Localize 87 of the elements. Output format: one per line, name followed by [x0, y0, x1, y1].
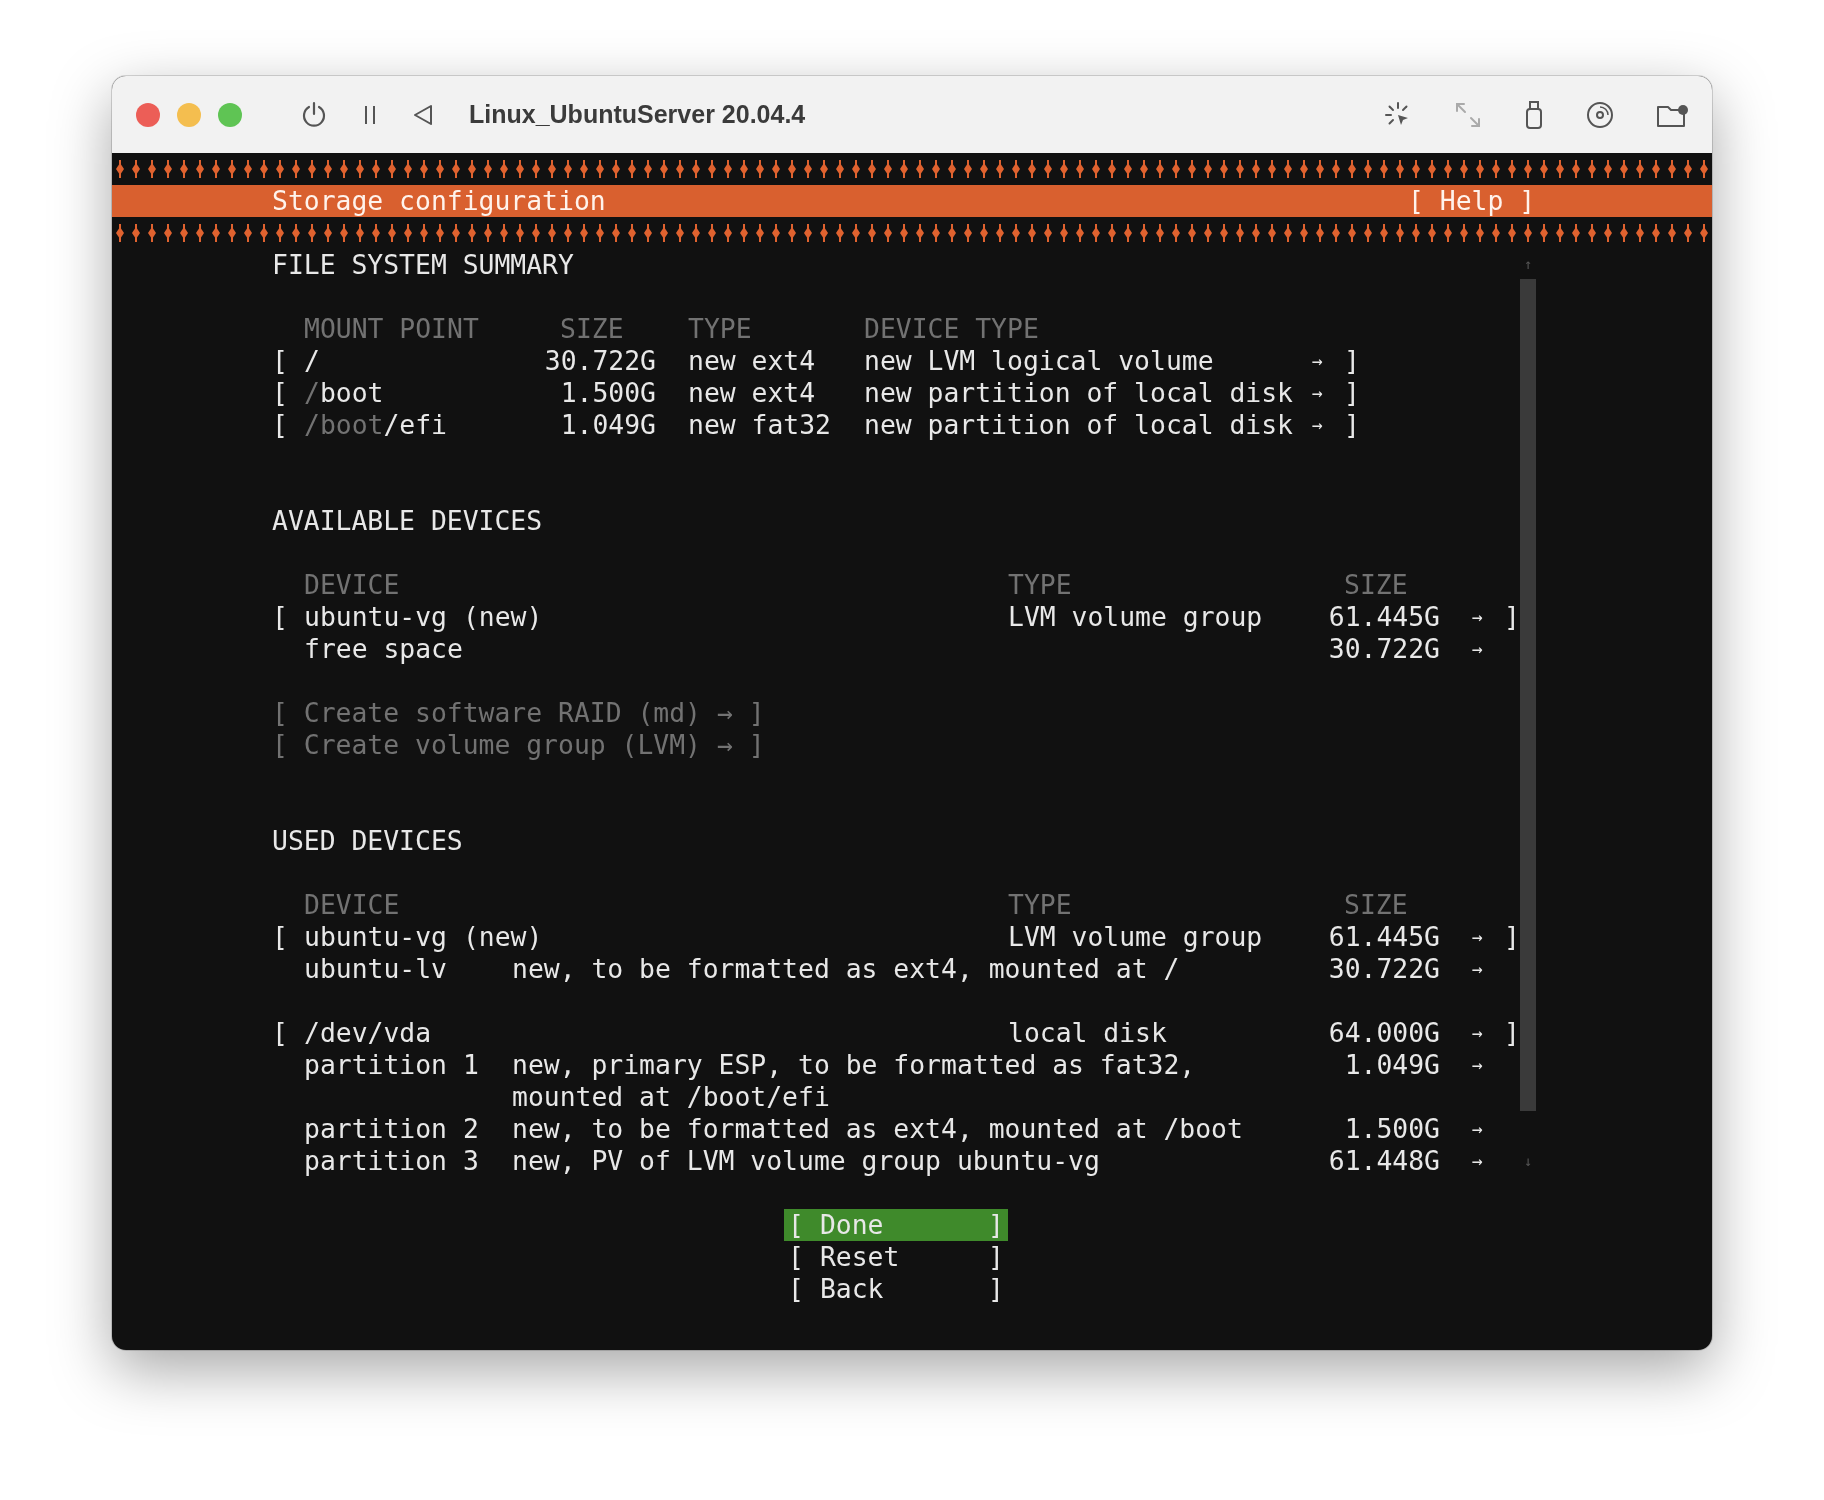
arrow-icon: → [1472, 1049, 1488, 1081]
arrow-icon: → [1472, 633, 1488, 665]
arrow-icon: → [1312, 409, 1328, 441]
type-cell: new fat32 [688, 409, 832, 441]
section-heading: USED DEVICES [272, 825, 464, 857]
column-header: SIZE [1344, 889, 1408, 921]
size-cell: 61.445G [1328, 601, 1440, 633]
device-name: partition 2 [304, 1113, 480, 1145]
device-name: ubuntu-vg (new) [304, 601, 544, 633]
size-cell: 64.000G [1328, 1017, 1440, 1049]
scrollbar-thumb[interactable] [1520, 279, 1536, 1111]
type-cell: new ext4 [688, 377, 816, 409]
bracket: [ [272, 377, 288, 409]
mount-point: /boot [304, 377, 384, 409]
size-cell: 30.722G [1328, 953, 1440, 985]
device-type-cell: LVM volume group [1008, 601, 1264, 633]
size-cell: 61.448G [1328, 1145, 1440, 1177]
usb-icon[interactable] [1524, 99, 1544, 130]
column-header: SIZE [560, 313, 624, 345]
bracket: [ [272, 1017, 288, 1049]
column-header: MOUNT POINT [304, 313, 480, 345]
action-button[interactable]: [ Reset ] [784, 1241, 1008, 1273]
description: mounted at /boot/efi [512, 1081, 831, 1113]
mount-point: /boot/efi [304, 409, 448, 441]
device-name: partition 1 [304, 1049, 480, 1081]
arrow-icon: → [1472, 601, 1488, 633]
description: new, primary ESP, to be formatted as fat32, [512, 1049, 1197, 1081]
description: new, to be formatted as ext4, mounted at /boot [512, 1113, 1244, 1145]
column-header: DEVICE [304, 889, 400, 921]
bracket: [ [272, 601, 288, 633]
size-cell: 61.445G [1328, 921, 1440, 953]
action-button[interactable]: [ Back ] [784, 1273, 1008, 1305]
description: new, to be formatted as ext4, mounted at / [512, 953, 1181, 985]
mount-point: / [304, 345, 320, 377]
scroll-down-arrow[interactable]: ↓ [1523, 1145, 1533, 1177]
bracket: ] [1504, 921, 1520, 953]
bracket: ] [1344, 345, 1360, 377]
device-name: partition 3 [304, 1145, 480, 1177]
bracket: ] [1504, 601, 1520, 633]
device-type-cell-text: new LVM logical volume [864, 345, 1215, 377]
bracket: [ [272, 921, 288, 953]
device-type-cell: local disk [1008, 1017, 1168, 1049]
device-name: /dev/vda [304, 1017, 432, 1049]
type-cell: new ext4 [688, 345, 816, 377]
section-heading: FILE SYSTEM SUMMARY [272, 249, 575, 281]
column-header: TYPE [1008, 889, 1072, 921]
device-name: ubuntu-vg (new) [304, 921, 544, 953]
size-cell-text: 1.049G [559, 409, 656, 441]
size-cell-text: 1.500G [1343, 1113, 1440, 1145]
arrow-icon: → [1472, 1017, 1488, 1049]
arrow-icon: → [1472, 1145, 1488, 1177]
scroll-up-arrow[interactable]: ↑ [1523, 249, 1533, 279]
device-type-cell-text: new partition of local disk [864, 409, 1294, 441]
bracket: ] [1344, 409, 1360, 441]
pause-icon[interactable] [363, 103, 377, 126]
device-type-cell: LVM volume group [1008, 921, 1264, 953]
help-link[interactable]: [ Help ] [1408, 185, 1536, 217]
power-icon[interactable] [301, 100, 327, 129]
device-name: ubuntu-lv [304, 953, 448, 985]
bracket: [ [272, 409, 288, 441]
column-header: TYPE [688, 313, 752, 345]
size-cell-text: 1.049G [1343, 1049, 1440, 1081]
column-header: SIZE [1344, 569, 1408, 601]
size-cell: 30.722G [544, 345, 656, 377]
action-button[interactable]: [ Done ] [784, 1209, 1008, 1241]
arrow-icon: → [1312, 377, 1328, 409]
description: new, PV of LVM volume group ubuntu-vg [512, 1145, 1101, 1177]
screen-title: Storage configuration [272, 185, 607, 217]
arrow-icon: → [1472, 921, 1488, 953]
bracket: [ [272, 345, 288, 377]
close-button[interactable] [136, 102, 160, 127]
arrow-icon: → [1312, 345, 1328, 377]
back-icon[interactable] [413, 103, 433, 126]
size-cell-text: 1.500G [559, 377, 656, 409]
device-type-cell-text: new partition of local disk [864, 377, 1294, 409]
bracket: ] [1504, 1017, 1520, 1049]
arrow-icon: → [1472, 1113, 1488, 1145]
column-header: DEVICE TYPE [864, 313, 1040, 345]
bracket: ] [1344, 377, 1360, 409]
section-heading: AVAILABLE DEVICES [272, 505, 544, 537]
disc-icon[interactable] [1586, 100, 1614, 129]
arrow-icon: → [1472, 953, 1488, 985]
column-header: DEVICE [304, 569, 400, 601]
device-name: free space [304, 633, 464, 665]
size-cell: 30.722G [1328, 633, 1440, 665]
window-title: Linux_UbuntuServer 20.04.4 [469, 100, 806, 129]
column-header: TYPE [1008, 569, 1072, 601]
